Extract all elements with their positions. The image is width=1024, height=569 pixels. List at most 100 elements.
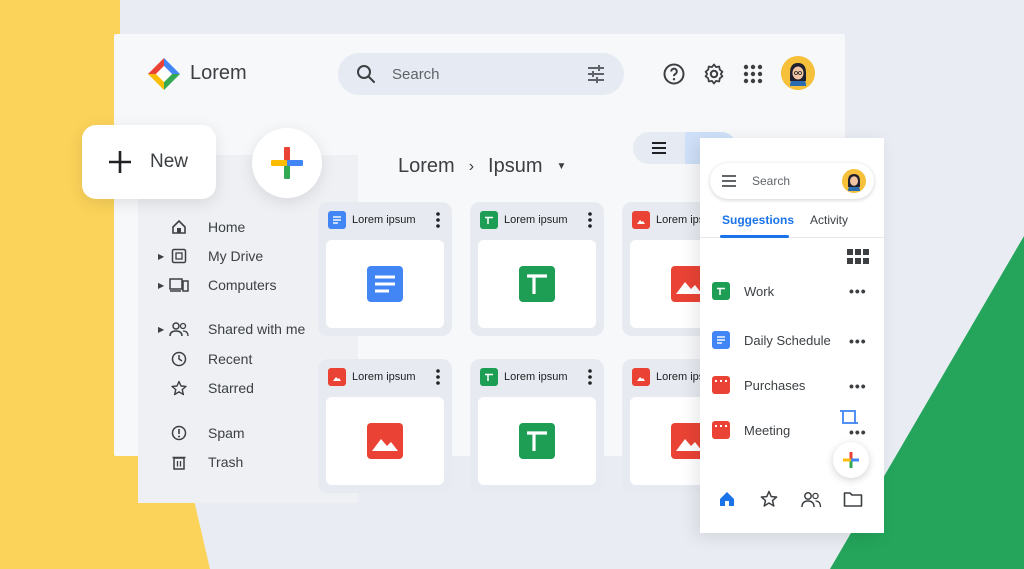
sidebar-item-home[interactable]: Home [158,216,245,238]
panel-search-bar[interactable]: Search [710,163,874,199]
sheet-preview-icon [519,423,555,459]
sheet-preview-icon [519,266,555,302]
sidebar-item-trash[interactable]: Trash [158,451,243,473]
image-icon [632,368,650,386]
sidebar-item-label: My Drive [208,248,264,264]
image-icon [632,211,650,229]
app-logo-icon [148,58,180,90]
list-view-icon[interactable] [651,141,667,155]
file-card[interactable]: Lorem ipsum [318,359,452,493]
help-icon[interactable] [662,62,686,86]
grid-view-icon[interactable] [847,249,869,265]
sidebar-item-label: Spam [208,425,245,441]
list-item[interactable]: Daily Schedule [712,330,831,350]
spam-icon [168,424,190,442]
slides-icon [712,376,730,394]
create-fab[interactable] [252,128,322,198]
app-name: Lorem [190,62,247,84]
expand-arrow-icon[interactable]: ▶ [158,252,168,261]
file-name: Lorem ipsum [352,371,416,383]
doc-preview-icon [367,266,403,302]
star-icon[interactable] [760,490,778,513]
file-preview [326,240,444,328]
expand-arrow-icon[interactable]: ▶ [158,281,168,290]
avatar-icon[interactable] [842,169,866,193]
image-preview-icon [367,423,403,459]
new-button[interactable]: New [82,125,216,199]
computers-icon [168,276,190,294]
file-name: Lorem ips [656,371,705,383]
scan-icon[interactable] [840,408,858,426]
people-icon [168,320,190,338]
more-vert-icon[interactable] [588,369,592,385]
home-icon[interactable] [718,490,736,513]
file-name: Lorem ipsum [352,214,416,226]
sidebar-item-label: Computers [208,277,277,293]
colored-plus-icon [271,147,303,179]
chevron-right-icon: › [468,157,475,175]
sidebar-item-computers[interactable]: ▶ Computers [158,274,276,296]
dropdown-arrow-icon[interactable]: ▼ [557,161,567,172]
apps-grid-icon[interactable] [741,62,765,86]
folder-icon[interactable] [843,490,863,513]
people-icon[interactable] [800,490,822,513]
sidebar-item-label: Shared with me [208,321,306,337]
tab-suggestions[interactable]: Suggestions [722,213,794,227]
more-horiz-icon[interactable]: ••• [849,333,867,349]
mobile-panel: Search Suggestions Activity Work ••• Dai… [700,138,884,533]
more-horiz-icon[interactable]: ••• [849,424,867,440]
more-horiz-icon[interactable]: ••• [849,378,867,394]
clock-icon [168,350,190,368]
file-card[interactable]: Lorem ipsum [318,202,452,336]
list-item-label: Work [744,283,775,299]
tab-activity[interactable]: Activity [810,213,848,227]
more-vert-icon[interactable] [436,369,440,385]
plus-icon [109,151,131,173]
drive-icon [168,247,190,265]
sheet-icon [480,211,498,229]
home-icon [168,218,190,236]
list-item[interactable]: Work [712,281,774,301]
panel-search-input[interactable]: Search [752,174,790,188]
list-item[interactable]: Purchases [712,375,805,395]
sidebar-item-spam[interactable]: Spam [158,422,245,444]
sidebar-item-my-drive[interactable]: ▶ My Drive [158,245,263,267]
breadcrumb-current[interactable]: Ipsum [488,155,542,178]
list-item[interactable]: Meeting [712,420,790,440]
more-horiz-icon[interactable]: ••• [849,283,867,299]
expand-arrow-icon[interactable]: ▶ [158,325,168,334]
sidebar-item-label: Starred [208,380,254,396]
menu-icon[interactable] [722,175,736,187]
file-preview [326,397,444,485]
image-icon [328,368,346,386]
bottom-nav [700,490,884,520]
file-card[interactable]: Lorem ipsum [470,202,604,336]
list-item-label: Purchases [744,377,806,393]
sidebar-item-shared[interactable]: ▶ Shared with me [158,318,305,340]
user-avatar-icon [781,56,815,90]
more-vert-icon[interactable] [436,212,440,228]
breadcrumb: Lorem › Ipsum ▼ [398,155,566,178]
sidebar-item-label: Trash [208,454,244,470]
sidebar-item-starred[interactable]: Starred [158,377,254,399]
active-tab-indicator [720,235,789,238]
slides-icon [712,421,730,439]
settings-icon[interactable] [702,62,726,86]
sheet-icon [480,368,498,386]
search-input[interactable]: Search [392,66,440,83]
file-preview [478,397,596,485]
search-bar[interactable]: Search [338,53,624,95]
file-name: Lorem ipsum [504,214,568,226]
breadcrumb-root[interactable]: Lorem [398,155,455,178]
file-card[interactable]: Lorem ipsum [470,359,604,493]
list-item-label: Daily Schedule [744,332,831,348]
star-icon [168,379,190,397]
file-name: Lorem ips [656,214,705,226]
sidebar-item-label: Recent [208,351,253,367]
more-vert-icon[interactable] [588,212,592,228]
filter-icon[interactable] [586,64,606,84]
sidebar-item-recent[interactable]: Recent [158,348,252,370]
list-item-label: Meeting [744,422,791,438]
panel-create-fab[interactable] [833,442,869,478]
avatar[interactable] [781,56,815,90]
